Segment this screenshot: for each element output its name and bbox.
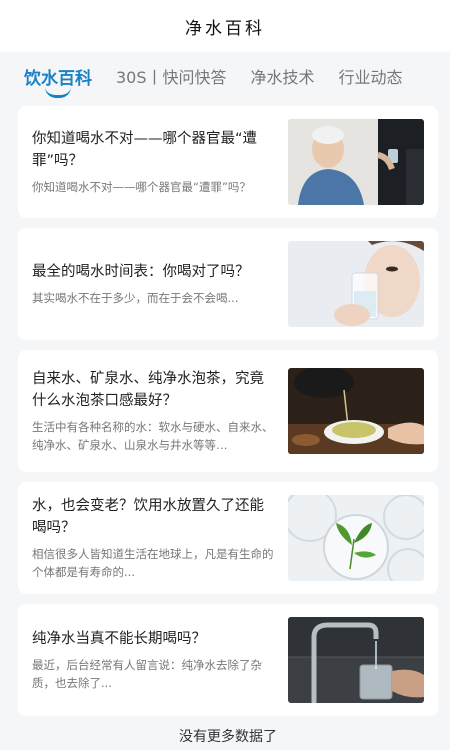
active-tab-indicator [45, 87, 71, 98]
article-headline: 你知道喝水不对——哪个器官最“遭罪”吗？ [32, 131, 258, 169]
article-summary: 相信很多人皆知道生活在地球上，凡是有生命的个体都是有寿命的... [32, 547, 274, 579]
article-summary: 其实喝水不在于多少，而在于会不会喝... [32, 291, 239, 305]
tab-quick-qa[interactable]: 30S丨快问快答 [116, 64, 227, 88]
page-title: 净水百科 [185, 18, 265, 39]
article-card[interactable]: 最全的喝水时间表：你喝对了吗？ 其实喝水不在于多少，而在于会不会喝... [18, 228, 438, 340]
article-card[interactable]: 水，也会变老？饮用水放置久了还能喝吗？ 相信很多人皆知道生活在地球上，凡是有生命… [18, 482, 438, 594]
article-card[interactable]: 纯净水当真不能长期喝吗？ 最近，后台经常有人留言说：纯净水去除了杂质，也去除了.… [18, 604, 438, 716]
tab-drinking-water-encyclopedia[interactable]: 饮水百科 [24, 64, 92, 98]
article-headline: 纯净水当真不能长期喝吗？ [32, 631, 206, 647]
article-summary: 生活中有各种名称的水：软水与硬水、自来水、纯净水、矿泉水、山泉水与井水等等… [32, 420, 274, 452]
article-card[interactable]: 自来水、矿泉水、纯净水泡茶，究竟什么水泡茶口感最好？ 生活中有各种名称的水：软水… [18, 350, 438, 472]
article-headline: 水，也会变老？饮用水放置久了还能喝吗？ [32, 498, 264, 536]
no-more-data-text: 没有更多数据了 [179, 729, 277, 745]
app-header: 净水百科 [0, 0, 450, 52]
woman-drinking-water-photo [288, 241, 424, 327]
tab-industry-news[interactable]: 行业动态 [339, 64, 403, 88]
article-headline: 自来水、矿泉水、纯净水泡茶，究竟什么水泡茶口感最好？ [32, 371, 264, 409]
tab-label: 饮水百科 [24, 68, 92, 89]
article-summary: 最近，后台经常有人留言说：纯净水去除了杂质，也去除了... [32, 658, 262, 690]
category-tabs: 饮水百科 30S丨快问快答 净水技术 行业动态 [0, 52, 450, 100]
article-headline: 最全的喝水时间表：你喝对了吗？ [32, 264, 250, 280]
article-card[interactable]: 你知道喝水不对——哪个器官最“遭罪”吗？ 你知道喝水不对——哪个器官最“遭罪”吗… [18, 106, 438, 218]
elderly-man-drinking-photo [288, 119, 424, 205]
petri-dish-leaf-photo [288, 495, 424, 581]
faucet-glass-photo [288, 617, 424, 703]
article-summary: 你知道喝水不对——哪个器官最“遭罪”吗？ [32, 180, 251, 194]
tea-pouring-photo [288, 368, 424, 454]
article-list: 你知道喝水不对——哪个器官最“遭罪”吗？ 你知道喝水不对——哪个器官最“遭罪”吗… [0, 100, 450, 746]
tab-purification-tech[interactable]: 净水技术 [251, 64, 315, 88]
